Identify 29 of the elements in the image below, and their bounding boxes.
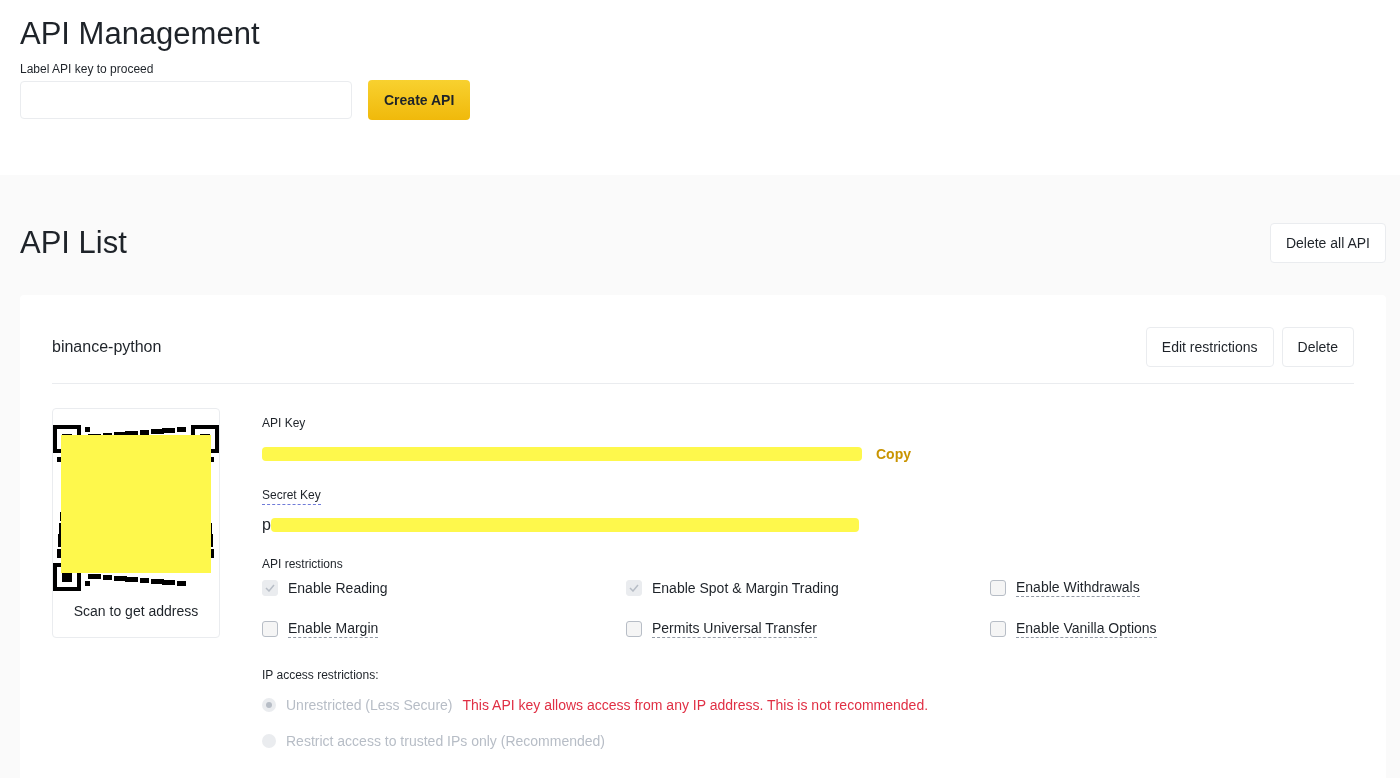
field-label: Label API key to proceed bbox=[20, 62, 155, 76]
check-icon bbox=[629, 584, 639, 592]
qr-caption: Scan to get address bbox=[73, 603, 199, 619]
create-api-button[interactable]: Create API bbox=[368, 80, 471, 120]
secret-key-text: p bbox=[262, 516, 271, 534]
api-name: binance-python bbox=[52, 338, 162, 356]
edit-restrictions-button[interactable]: Edit restrictions bbox=[1145, 327, 1274, 367]
radio-label: Unrestricted (Less Secure) bbox=[286, 697, 453, 713]
check-icon bbox=[265, 584, 275, 592]
secret-key-label: Secret Key bbox=[262, 488, 321, 505]
checkbox[interactable] bbox=[990, 621, 1006, 637]
checkbox-label: Enable Margin bbox=[288, 620, 379, 638]
checkbox-label: Enable Spot & Margin Trading bbox=[652, 580, 839, 596]
checkbox-label: Permits Universal Transfer bbox=[652, 620, 817, 638]
delete-button[interactable]: Delete bbox=[1281, 327, 1354, 367]
section-title: API List bbox=[20, 225, 127, 261]
checkbox-label: Enable Withdrawals bbox=[1016, 579, 1140, 597]
checkbox-label: Enable Reading bbox=[288, 580, 388, 596]
checkbox[interactable] bbox=[626, 621, 642, 637]
section-label: IP access restrictions: bbox=[262, 668, 380, 682]
warning-text: This API key allows access from any IP address. This is not recommended. bbox=[462, 697, 929, 713]
section-label: API restrictions bbox=[262, 557, 343, 571]
checkbox[interactable] bbox=[990, 580, 1006, 596]
radio-label: Restrict access to trusted IPs only (Recommended) bbox=[286, 733, 605, 749]
checkbox-label: Enable Vanilla Options bbox=[1016, 620, 1157, 638]
delete-all-button[interactable]: Delete all API bbox=[1269, 223, 1386, 263]
page-title: API Management bbox=[20, 16, 260, 52]
checkbox[interactable] bbox=[262, 621, 278, 637]
api-key-label: API Key bbox=[262, 416, 306, 430]
